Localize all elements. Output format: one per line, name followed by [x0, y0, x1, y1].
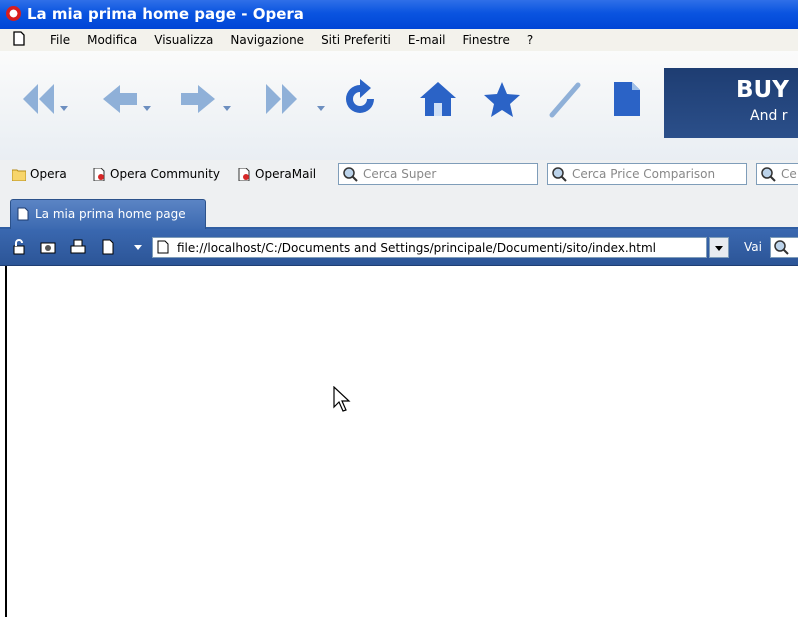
chevron-down-icon[interactable] [134, 245, 142, 251]
page-content[interactable] [0, 266, 798, 617]
address-field[interactable]: file://localhost/C:/Documents and Settin… [152, 237, 707, 258]
personal-bar: Opera Opera Community OperaMail Cerca Su… [0, 160, 798, 190]
menu-finestre[interactable]: Finestre [462, 33, 509, 47]
fast-forward-dropdown-icon[interactable] [317, 106, 325, 112]
address-dropdown-button[interactable] [709, 237, 729, 258]
menu-file[interactable]: File [50, 33, 70, 47]
pen-icon[interactable] [544, 79, 584, 119]
menu-help[interactable]: ? [527, 33, 533, 47]
bookmark-label: OperaMail [255, 167, 317, 181]
back-icon[interactable] [100, 79, 140, 119]
back-dropdown-icon[interactable] [143, 106, 151, 112]
tab-label: La mia prima home page [35, 207, 186, 221]
go-button[interactable]: Vai [744, 240, 762, 254]
menu-email[interactable]: E-mail [408, 33, 446, 47]
menu-visualizza[interactable]: Visualizza [154, 33, 213, 47]
note-icon[interactable] [606, 79, 646, 119]
ad-banner[interactable]: BUY And r [664, 68, 798, 138]
folder-icon [12, 169, 26, 181]
rewind-icon[interactable] [18, 79, 58, 119]
menu-bar: File Modifica Visualizza Navigazione Sit… [0, 29, 798, 51]
bookmark-opera-community[interactable]: Opera Community [92, 167, 220, 181]
tab-active[interactable]: La mia prima home page [10, 199, 206, 229]
page-menu-icon[interactable] [13, 31, 25, 46]
main-toolbar: BUY And r [0, 51, 798, 160]
window-title: La mia prima home page - Opera [27, 5, 304, 23]
bookmark-star-icon[interactable] [482, 79, 522, 119]
home-icon[interactable] [418, 79, 458, 119]
search-icon [343, 167, 358, 182]
search-icon [552, 167, 567, 182]
bookmark-page-icon [238, 167, 250, 181]
fast-forward-icon[interactable] [262, 79, 302, 119]
search-placeholder: Cerca Super [363, 167, 437, 181]
search-third-field[interactable]: Ce [756, 163, 798, 185]
search-icon [761, 167, 776, 182]
mouse-cursor-icon [333, 386, 351, 412]
forward-icon[interactable] [178, 79, 218, 119]
banner-line-1: BUY [736, 77, 789, 103]
page-icon [17, 207, 29, 221]
search-placeholder: Cerca Price Comparison [572, 167, 716, 181]
bookmark-label: Opera Community [110, 167, 220, 181]
print-icon[interactable] [70, 239, 86, 255]
title-bar: La mia prima home page - Opera [0, 0, 798, 29]
forward-dropdown-icon[interactable] [223, 106, 231, 112]
address-search-field[interactable] [770, 237, 798, 258]
bookmark-operamail[interactable]: OperaMail [237, 167, 316, 181]
rewind-dropdown-icon[interactable] [60, 106, 68, 112]
bookmark-opera[interactable]: Opera [12, 167, 67, 181]
bookmark-page-icon [93, 167, 105, 181]
tab-bar: La mia prima home page [0, 190, 798, 229]
banner-line-2: And r [750, 108, 788, 124]
search-placeholder: Ce [781, 167, 797, 181]
menu-modifica[interactable]: Modifica [87, 33, 137, 47]
lock-icon[interactable] [12, 239, 28, 255]
bookmark-label: Opera [30, 167, 67, 181]
opera-logo-icon [6, 6, 21, 21]
address-url: file://localhost/C:/Documents and Settin… [177, 241, 657, 255]
menu-siti-preferiti[interactable]: Siti Preferiti [321, 33, 391, 47]
camera-icon[interactable] [40, 239, 56, 255]
search-price-field[interactable]: Cerca Price Comparison [547, 163, 747, 185]
new-page-icon[interactable] [100, 239, 116, 255]
menu-navigazione[interactable]: Navigazione [230, 33, 304, 47]
search-super-field[interactable]: Cerca Super [338, 163, 538, 185]
search-icon [774, 240, 789, 255]
address-toolbar: file://localhost/C:/Documents and Settin… [0, 229, 798, 266]
reload-icon[interactable] [340, 79, 380, 119]
content-border [5, 266, 7, 617]
page-icon [157, 240, 169, 254]
